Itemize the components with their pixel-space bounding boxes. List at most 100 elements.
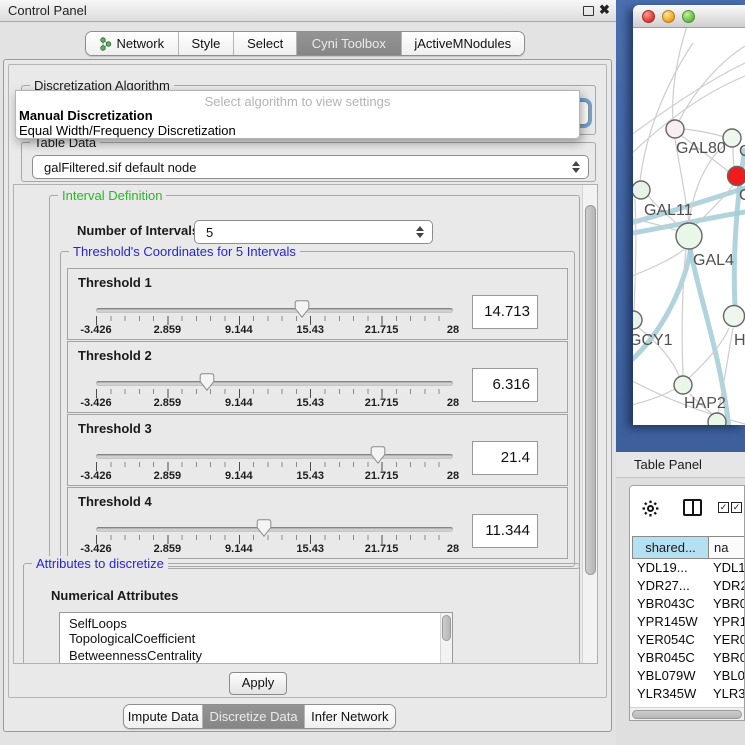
column-header-shared-name[interactable]: shared... bbox=[632, 536, 709, 559]
combo-arrows-icon bbox=[571, 161, 580, 173]
tab-cyni-toolbox-label: Cyni Toolbox bbox=[312, 36, 386, 51]
threshold-4-label: Threshold 4 bbox=[78, 494, 152, 509]
threshold-3-label: Threshold 3 bbox=[78, 421, 152, 436]
threshold-3-slider[interactable] bbox=[96, 454, 453, 459]
tab-style-label: Style bbox=[192, 36, 221, 51]
threshold-4-tick-labels: -3.426 2.859 9.144 15.43 21.715 28 bbox=[96, 543, 453, 556]
tab-select[interactable]: Select bbox=[233, 32, 296, 55]
close-icon[interactable]: ✖ bbox=[599, 2, 610, 18]
table-row[interactable]: YIL052CYIL0 bbox=[630, 703, 745, 706]
table-row[interactable]: YER054CYER0 bbox=[630, 631, 745, 649]
tab-style[interactable]: Style bbox=[178, 32, 234, 55]
node-gcy1[interactable] bbox=[633, 311, 642, 329]
node-gal4[interactable] bbox=[676, 223, 702, 249]
tab-network[interactable]: Network bbox=[86, 32, 178, 55]
node-red-selected[interactable] bbox=[728, 167, 745, 186]
table-row[interactable]: YBR043CYBR0 bbox=[630, 595, 745, 613]
table-row[interactable]: YDL19...YDL1 bbox=[630, 559, 745, 577]
float-window-icon[interactable] bbox=[583, 6, 594, 16]
cytoscape-desktop: GAL80 G. C GAL11 GAL4 GCY1 H HAP2 bbox=[616, 0, 745, 452]
table-row[interactable]: YLR345WYLR3 bbox=[630, 685, 745, 703]
table-row[interactable]: YPR145WYPR1 bbox=[630, 613, 745, 631]
window-zoom-light[interactable] bbox=[682, 10, 695, 26]
window-close-light[interactable] bbox=[642, 10, 655, 26]
node-label-gal80: GAL80 bbox=[676, 140, 726, 157]
tab-impute-data[interactable]: Impute Data bbox=[124, 705, 202, 728]
threshold-1-panel: Threshold 1 -3.426 2.859 9.144 15.43 bbox=[67, 268, 568, 340]
column-header-name[interactable]: na bbox=[708, 536, 745, 559]
tab-discretize-data[interactable]: Discretize Data bbox=[202, 705, 303, 728]
table-row[interactable]: YBR045CYBR0 bbox=[630, 649, 745, 667]
tab-network-label: Network bbox=[116, 36, 164, 51]
node-hap2[interactable] bbox=[674, 376, 692, 394]
list-scrollbar-thumb[interactable] bbox=[442, 615, 451, 641]
node-label-g-partial: G. bbox=[739, 143, 745, 160]
node-label-gal11: GAL11 bbox=[644, 202, 693, 219]
threshold-4-value-field[interactable]: 11.344 bbox=[472, 514, 538, 548]
tab-jactivemnodules[interactable]: jActiveMNodules bbox=[401, 32, 524, 55]
threshold-1-tick-labels: -3.426 2.859 9.144 15.43 21.715 28 bbox=[96, 324, 453, 337]
table-panel-titlebar: Table Panel bbox=[616, 452, 745, 478]
threshold-1-slider[interactable] bbox=[96, 308, 453, 313]
checkbox-icon-1[interactable]: ✓ bbox=[718, 502, 729, 513]
table-data-combobox[interactable]: galFiltered.sif default node bbox=[32, 155, 589, 179]
settings-scrollbar-thumb[interactable] bbox=[585, 205, 596, 575]
tab-cyni-toolbox[interactable]: Cyni Toolbox bbox=[296, 32, 401, 55]
tab-impute-data-label: Impute Data bbox=[128, 709, 199, 724]
network-icon bbox=[99, 37, 112, 51]
threshold-1-value-field[interactable]: 14.713 bbox=[472, 295, 538, 329]
table-rows: YDL19...YDL1 YDR27...YDR2 YBR043CYBR0 YP… bbox=[630, 559, 745, 706]
numerical-attributes-label: Numerical Attributes bbox=[51, 588, 178, 603]
popup-hint: Select algorithm to view settings bbox=[16, 91, 579, 108]
node-label-c-partial: C bbox=[739, 187, 745, 204]
popup-option-manual-discretization[interactable]: Manual Discretization bbox=[16, 108, 579, 123]
node-bottom-partial[interactable] bbox=[708, 413, 726, 425]
node-label-gcy1: GCY1 bbox=[633, 332, 673, 349]
table-panel-title: Table Panel bbox=[634, 457, 702, 472]
table-panel-window: ✓ ✓ shared... na YDL19...YDL1 YDR27...YD… bbox=[629, 485, 745, 721]
table-data-value: galFiltered.sif default node bbox=[33, 160, 571, 175]
table-row[interactable]: YDR27...YDR2 bbox=[630, 577, 745, 595]
threshold-2-slider[interactable] bbox=[96, 381, 453, 386]
threshold-4-panel: Threshold 4 -3.426 2.859 9.144 15.43 bbox=[67, 487, 568, 559]
attributes-group-title: Attributes to discretize bbox=[32, 556, 168, 571]
tab-jactivemnodules-label: jActiveMNodules bbox=[414, 36, 511, 51]
number-of-intervals-spinner[interactable]: 5 bbox=[194, 220, 433, 244]
network-window-titlebar[interactable] bbox=[633, 5, 745, 28]
threshold-1-label: Threshold 1 bbox=[78, 275, 152, 290]
bottom-tab-bar: Impute Data Discretize Data Infer Networ… bbox=[123, 704, 396, 729]
threshold-3-value-field[interactable]: 21.4 bbox=[472, 441, 538, 475]
gear-icon[interactable] bbox=[642, 500, 659, 520]
list-scrollbar[interactable] bbox=[440, 613, 452, 664]
threshold-2-label: Threshold 2 bbox=[78, 348, 152, 363]
settings-scrollbar[interactable] bbox=[582, 185, 597, 663]
column-layout-icon[interactable] bbox=[683, 499, 702, 516]
tab-select-label: Select bbox=[247, 36, 283, 51]
threshold-4-slider[interactable] bbox=[96, 527, 453, 532]
tab-infer-network[interactable]: Infer Network bbox=[304, 705, 395, 728]
table-hscrollbar-thumb[interactable] bbox=[632, 710, 742, 719]
threshold-2-value-field[interactable]: 6.316 bbox=[472, 368, 538, 402]
list-item[interactable]: TopologicalCoefficient bbox=[60, 630, 452, 647]
attributes-group: Attributes to discretize Numerical Attri… bbox=[23, 563, 580, 664]
network-view-window[interactable]: GAL80 G. C GAL11 GAL4 GCY1 H HAP2 bbox=[633, 5, 745, 425]
interval-definition-group: Interval Definition Number of Intervals … bbox=[49, 195, 580, 569]
threshold-3-panel: Threshold 3 -3.426 2.859 9.144 15.43 bbox=[67, 414, 568, 486]
node-green-right[interactable] bbox=[724, 306, 745, 327]
node-gal11[interactable] bbox=[633, 181, 650, 199]
list-item[interactable]: SelfLoops bbox=[60, 613, 452, 630]
network-canvas[interactable]: GAL80 G. C GAL11 GAL4 GCY1 H HAP2 bbox=[633, 28, 745, 425]
threshold-2-tick-labels: -3.426 2.859 9.144 15.43 21.715 28 bbox=[96, 397, 453, 410]
table-hscrollbar[interactable] bbox=[630, 707, 745, 720]
window-minimize-light[interactable] bbox=[662, 10, 675, 26]
node-gal80[interactable] bbox=[666, 120, 684, 138]
apply-button[interactable]: Apply bbox=[229, 672, 287, 695]
table-row[interactable]: YBL079WYBL0 bbox=[630, 667, 745, 685]
checkbox-icon-2[interactable]: ✓ bbox=[731, 502, 742, 513]
list-item[interactable]: BetweennessCentrality bbox=[60, 647, 452, 664]
number-of-intervals-label: Number of Intervals bbox=[77, 223, 199, 238]
popup-option-equal-width[interactable]: Equal Width/Frequency Discretization bbox=[16, 123, 579, 138]
spinner-arrows-icon bbox=[415, 226, 424, 238]
numerical-attributes-list[interactable]: SelfLoops TopologicalCoefficient Between… bbox=[59, 612, 453, 664]
threshold-2-panel: Threshold 2 -3.426 2.859 9.144 15.43 bbox=[67, 341, 568, 413]
